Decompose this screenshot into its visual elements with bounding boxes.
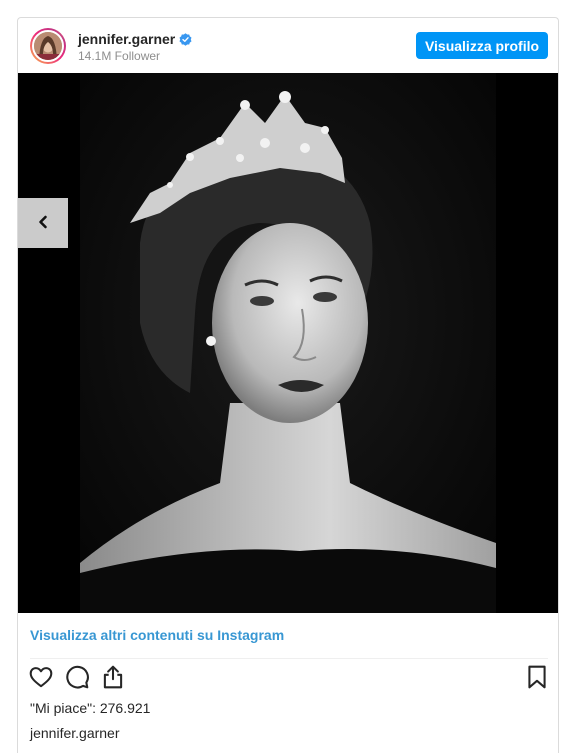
verified-badge-icon [179, 32, 192, 46]
view-profile-button[interactable]: Visualizza profilo [416, 32, 548, 59]
post-header: jennifer.garner 14.1M Follower Visualizz… [18, 18, 558, 73]
post-media[interactable] [18, 73, 558, 613]
username[interactable]: jennifer.garner [78, 31, 175, 47]
divider [30, 658, 548, 659]
chevron-left-icon [36, 215, 50, 232]
post-photo [80, 73, 496, 613]
like-count: "Mi piace": 276.921 [30, 700, 151, 716]
heart-icon[interactable] [28, 664, 54, 690]
view-more-on-instagram-link[interactable]: Visualizza altri contenuti su Instagram [30, 627, 284, 643]
caption-username[interactable]: jennifer.garner [30, 725, 120, 741]
follower-count: 14.1M Follower [78, 49, 161, 63]
share-icon[interactable] [100, 664, 126, 690]
previous-slide-button[interactable] [18, 198, 68, 248]
instagram-embed-card: jennifer.garner 14.1M Follower Visualizz… [17, 17, 559, 753]
avatar-image [32, 30, 64, 62]
comment-icon[interactable] [64, 664, 90, 690]
bookmark-icon[interactable] [524, 664, 550, 690]
avatar[interactable] [30, 28, 66, 64]
post-actions [18, 664, 558, 694]
